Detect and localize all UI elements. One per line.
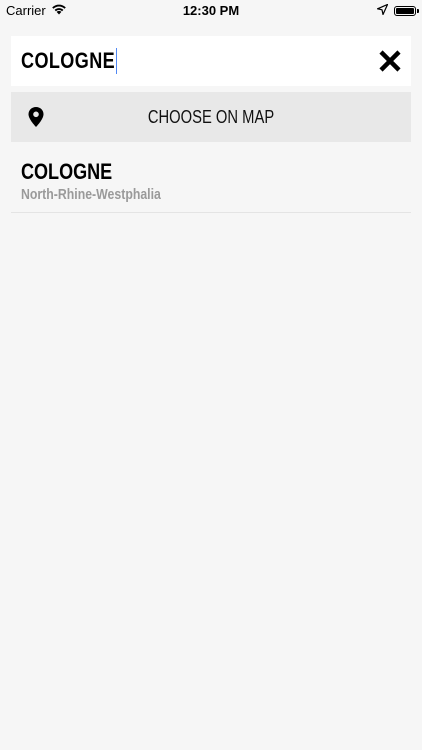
location-arrow-icon [376,3,389,18]
close-icon [379,50,401,72]
choose-on-map-label: CHOOSE ON MAP [147,107,275,127]
search-input[interactable]: COLOGNE [21,44,118,78]
choose-on-map-button[interactable]: CHOOSE ON MAP [11,92,411,142]
battery-icon [394,5,419,16]
text-caret [115,48,118,74]
status-bar: Carrier 12:30 PM [0,0,422,20]
clear-search-button[interactable] [377,48,403,74]
result-title: COLOGNE [21,159,113,184]
result-subtitle: North-Rhine-Westphalia [21,186,161,203]
battery-fill [396,7,414,14]
search-result-item[interactable]: COLOGNE North-Rhine-Westphalia [11,150,411,213]
location-search-screen: Carrier 12:30 PM COLOGNE CHOOSE ON MAP C… [0,0,422,750]
status-time: 12:30 PM [182,3,240,18]
search-input-value: COLOGNE [21,48,116,73]
search-field[interactable]: COLOGNE [11,36,411,86]
status-right [376,3,419,18]
